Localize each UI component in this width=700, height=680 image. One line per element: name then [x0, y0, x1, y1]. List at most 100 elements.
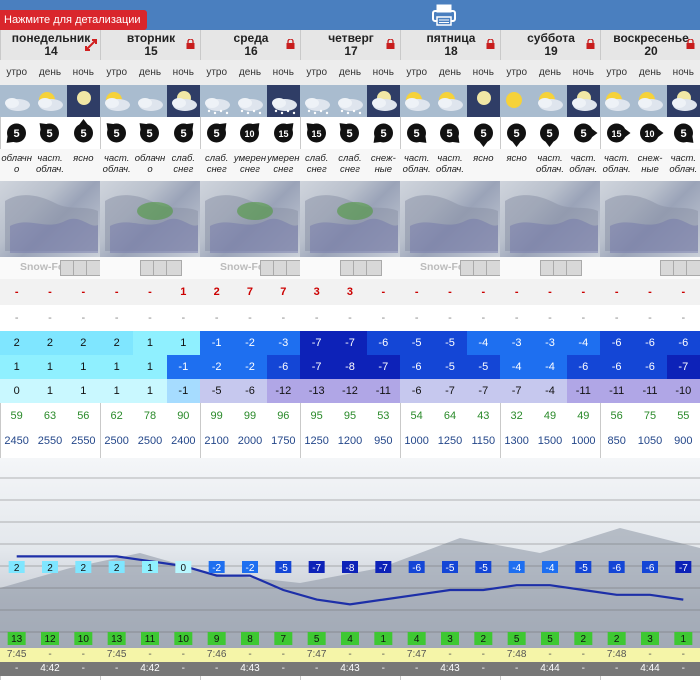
map-graphic	[105, 195, 198, 253]
wind-arrow-icon: 5	[507, 123, 527, 147]
weather-summary: слаб. снег	[200, 149, 234, 181]
humidity-value: 99	[210, 410, 223, 422]
snowflake-icon[interactable]	[566, 260, 582, 276]
snowflake-icon[interactable]	[166, 260, 182, 276]
wind-speed-label: 5	[47, 128, 53, 140]
sunrise-time: -	[133, 648, 167, 662]
weather-summary: част. облач.	[33, 149, 67, 181]
day-header[interactable]: суббота 19	[501, 30, 601, 60]
precip-map[interactable]	[100, 181, 200, 257]
snow-cloud-icon	[205, 98, 231, 115]
wind-arrow-cell: 5	[367, 117, 400, 149]
wind-speed-label: 5	[680, 128, 686, 140]
sunrise-time: 7:47	[300, 648, 334, 662]
chart-temp-label: 0	[181, 563, 187, 574]
temp-max: -7	[300, 331, 334, 355]
wind-arrow-cell: 15	[267, 117, 300, 149]
temp-max: -2	[233, 331, 267, 355]
temperature-chart: 2 13 2 12 2 10 2 13 1 11 0 10 -2 9 -2 8 -5 7 -7 5 -8 4 -7 1 -6 4-…	[0, 458, 700, 663]
moon-icon	[76, 91, 91, 105]
sunrise-time: 7:48	[600, 648, 634, 662]
precip-map[interactable]	[600, 181, 700, 257]
humidity-value: 55	[677, 410, 690, 422]
chart-low-label: 2	[614, 634, 620, 645]
freezing-level: 2400	[171, 435, 196, 447]
humidity-value: 62	[110, 410, 123, 422]
day-header[interactable]: понедельник 14	[1, 30, 101, 60]
map-graphic	[505, 195, 598, 253]
wind-speed-label: 15	[612, 129, 622, 139]
rain-amount: -	[233, 305, 267, 331]
temp-feels: -11	[566, 379, 600, 403]
humidity-value: 75	[643, 410, 657, 422]
day-header[interactable]: четверг 17	[301, 30, 401, 60]
wind-speed-label: 5	[547, 128, 553, 140]
map-graphic	[5, 195, 98, 253]
temp-max: -5	[400, 331, 434, 355]
print-icon[interactable]	[431, 3, 457, 27]
chart-low-label: 11	[145, 634, 156, 645]
freezing-level: 850	[607, 435, 626, 447]
sun-cloud-icon	[638, 92, 664, 111]
temp-min: 1	[133, 355, 167, 379]
temp-min: -1	[166, 355, 200, 379]
time-of-day-label: утро	[600, 60, 634, 85]
wind-arrow-cell: 5	[567, 117, 600, 149]
temp-max: -1	[200, 331, 234, 355]
moon-icon	[476, 91, 491, 105]
snow-amount: 3	[333, 279, 367, 305]
temp-feels: -6	[400, 379, 434, 403]
detail-button[interactable]: Нажмите для детализации	[0, 10, 147, 30]
snow-amount: -	[366, 279, 400, 305]
sun-cloud-icon	[405, 92, 431, 111]
precip-map[interactable]	[0, 181, 100, 257]
temp-feels: -5	[200, 379, 234, 403]
chart-low-label: 9	[214, 634, 220, 645]
wind-arrow-cell: 15	[600, 117, 633, 149]
weather-summary: ясно	[66, 149, 100, 181]
snowflake-icon[interactable]	[686, 260, 700, 276]
humidity-value: 95	[310, 410, 323, 422]
day-header[interactable]: пятница 18	[401, 30, 501, 60]
snow-amount: -	[566, 279, 600, 305]
temp-min: -7	[300, 355, 334, 379]
precip-map[interactable]	[200, 181, 300, 257]
humidity-value: 56	[77, 410, 90, 422]
freezing-level: 1500	[537, 435, 563, 447]
snow-cloud-icon	[238, 98, 264, 115]
rain-amount: -	[500, 305, 534, 331]
day-header[interactable]: среда 16	[201, 30, 301, 60]
snowflake-icon[interactable]	[366, 260, 382, 276]
temp-feels: -4	[533, 379, 567, 403]
rain-amount: -	[466, 305, 500, 331]
lock-icon	[386, 39, 395, 49]
precip-map[interactable]	[400, 181, 500, 257]
wind-arrow-icon: 5	[540, 123, 560, 147]
temp-max: 2	[66, 331, 100, 355]
time-of-day-label: утро	[400, 60, 434, 85]
chart-temp-label: -4	[546, 563, 555, 574]
precip-map[interactable]	[300, 181, 400, 257]
precip-map[interactable]	[500, 181, 600, 257]
weather-summary: снеж- ные	[633, 149, 667, 181]
chart-temp-label: -2	[212, 563, 221, 574]
wind-speed-label: 5	[114, 128, 120, 140]
snow-amount: -	[33, 279, 67, 305]
sunrise-time: 7:45	[100, 648, 134, 662]
rain-amount: -	[366, 305, 400, 331]
wind-arrow-cell: 5	[200, 117, 233, 149]
rain-amount: -	[100, 305, 134, 331]
day-header[interactable]: вторник 15	[101, 30, 201, 60]
day-header[interactable]: воскресенье 20	[601, 30, 700, 60]
sunrise-time: 7:46	[200, 648, 234, 662]
freezing-level: 1050	[637, 435, 663, 447]
temp-max: -5	[433, 331, 467, 355]
wind-arrow-icon: 15	[607, 123, 631, 143]
rain-amount: -	[400, 305, 434, 331]
wind-speed-label: 5	[414, 128, 420, 140]
snow-amount: -	[400, 279, 434, 305]
wind-speed-label: 5	[214, 128, 220, 140]
rain-amount: -	[566, 305, 600, 331]
humidity-value: 54	[410, 410, 423, 422]
wind-speed-label: 15	[278, 129, 288, 139]
